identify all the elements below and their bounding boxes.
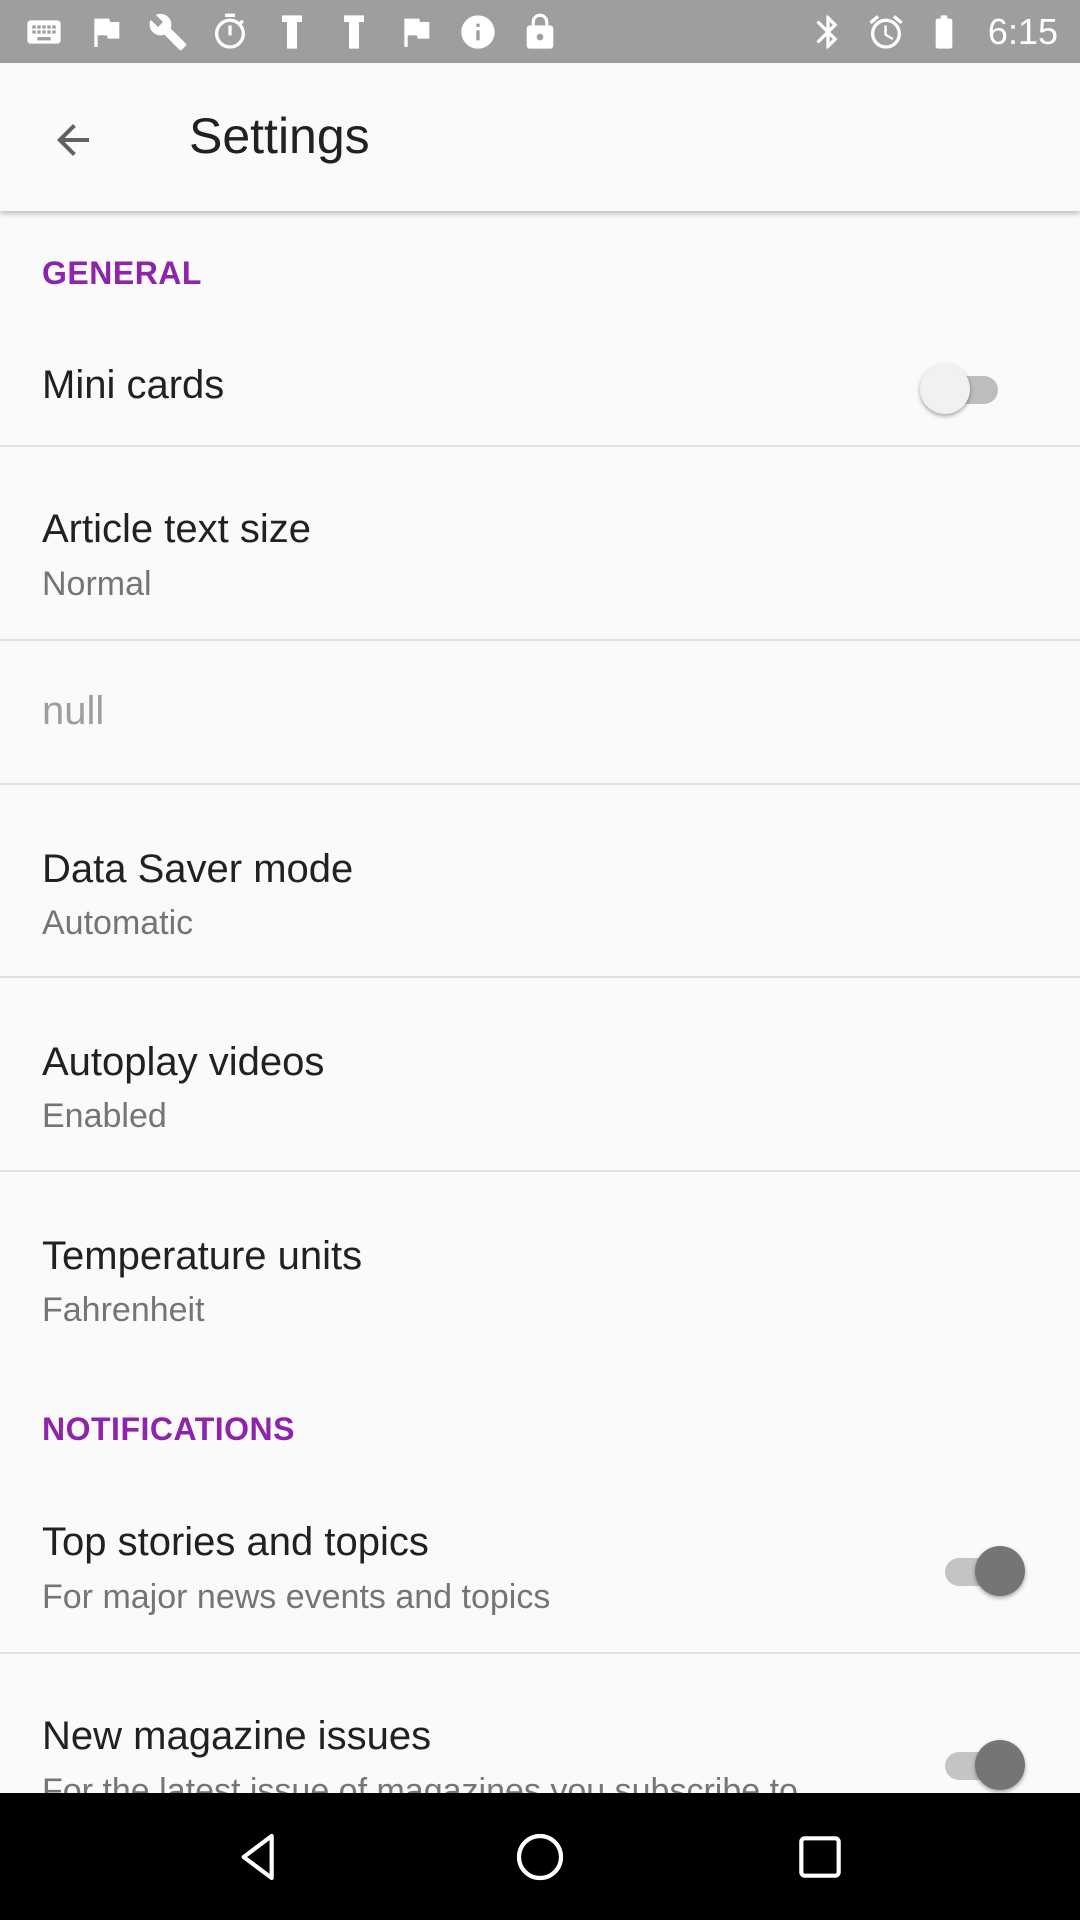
keyboard-icon xyxy=(22,10,66,54)
setting-title: Article text size xyxy=(42,507,311,551)
settings-list[interactable]: GENERAL Mini cards Article text size Nor… xyxy=(0,211,1080,1793)
arrow-back-icon xyxy=(57,124,89,156)
section-header-general: GENERAL xyxy=(42,255,202,291)
toggle-thumb xyxy=(920,364,970,414)
flag-icon-2 xyxy=(394,10,438,54)
back-button[interactable] xyxy=(30,97,116,183)
app-bar: Settings xyxy=(0,63,1080,211)
setting-new-magazine-issues[interactable]: New magazine issues For the latest issue… xyxy=(0,1654,1080,1793)
setting-value: Enabled xyxy=(42,1097,167,1135)
setting-value: Normal xyxy=(42,565,152,603)
nav-recents-button[interactable] xyxy=(770,1807,870,1907)
timer-icon xyxy=(208,10,252,54)
toggle-thumb xyxy=(975,1740,1025,1790)
setting-title: Mini cards xyxy=(42,363,225,407)
setting-article-text-size[interactable]: Article text size Normal xyxy=(0,447,1080,639)
toggle-thumb xyxy=(975,1546,1025,1596)
nav-back-button[interactable] xyxy=(210,1807,310,1907)
setting-title: Top stories and topics xyxy=(42,1520,429,1564)
nav-home-button[interactable] xyxy=(490,1807,590,1907)
tools-icon-2 xyxy=(332,10,376,54)
setting-top-stories[interactable]: Top stories and topics For major news ev… xyxy=(0,1460,1080,1652)
flag-icon xyxy=(84,10,128,54)
magazine-issues-toggle[interactable] xyxy=(935,1736,1025,1792)
setting-value: Automatic xyxy=(42,904,194,942)
nav-recents-icon xyxy=(799,1835,841,1878)
page-title: Settings xyxy=(189,108,370,164)
setting-title: null xyxy=(42,689,105,733)
setting-value: Fahrenheit xyxy=(42,1291,205,1329)
nav-back-icon xyxy=(241,1833,274,1880)
status-time: 6:15 xyxy=(987,10,1058,52)
status-notification-icons xyxy=(22,10,562,54)
setting-null[interactable]: null xyxy=(0,641,1080,783)
alarm-icon xyxy=(864,10,908,54)
bluetooth-icon xyxy=(806,10,850,54)
setting-subtitle: For major news events and topics xyxy=(42,1578,551,1616)
status-bar: 6:15 xyxy=(0,0,1080,63)
status-system-icons: 6:15 xyxy=(806,10,1058,54)
mini-cards-toggle[interactable] xyxy=(920,360,1010,416)
tools-icon xyxy=(270,10,314,54)
system-nav-bar xyxy=(0,1793,1080,1920)
setting-title: Temperature units xyxy=(42,1234,363,1278)
battery-icon xyxy=(922,10,966,54)
setting-title: Data Saver mode xyxy=(42,847,354,891)
info-icon xyxy=(456,10,500,54)
setting-autoplay-videos[interactable]: Autoplay videos Enabled xyxy=(0,978,1080,1170)
setting-subtitle: For the latest issue of magazines you su… xyxy=(42,1772,798,1793)
lock-icon xyxy=(518,10,562,54)
setting-mini-cards[interactable]: Mini cards xyxy=(0,329,1080,447)
setting-data-saver[interactable]: Data Saver mode Automatic xyxy=(0,785,1080,977)
top-stories-toggle[interactable] xyxy=(935,1542,1025,1598)
setting-title: Autoplay videos xyxy=(42,1040,325,1084)
nav-home-icon xyxy=(516,1833,564,1880)
setting-temperature-units[interactable]: Temperature units Fahrenheit xyxy=(0,1172,1080,1352)
wrench-icon xyxy=(146,10,190,54)
setting-title: New magazine issues xyxy=(42,1714,432,1758)
section-header-notifications: NOTIFICATIONS xyxy=(42,1411,295,1447)
